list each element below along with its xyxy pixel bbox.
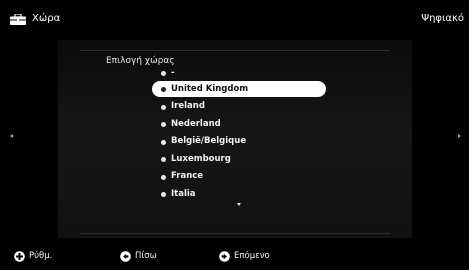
settings-plus-icon <box>14 250 25 262</box>
settings-label: Ρύθμ. <box>29 251 53 261</box>
list-item-label: Italia <box>171 188 196 199</box>
list-item-belgium[interactable]: België/Belgique <box>152 133 326 151</box>
list-item-label: Nederland <box>171 118 221 129</box>
toolbox-icon <box>10 14 26 25</box>
back-arrow-icon <box>120 250 131 262</box>
bullet-icon <box>161 139 166 145</box>
bullet-icon <box>161 71 166 76</box>
back-label: Πίσω <box>135 251 157 261</box>
mode-label: Ψηφιακό <box>421 13 464 24</box>
divider-bottom <box>80 233 390 234</box>
bullet-icon <box>161 174 166 180</box>
country-list[interactable]: - United Kingdom Ireland Nederland Belgi… <box>152 66 326 204</box>
list-item-france[interactable]: France <box>152 168 326 186</box>
list-item-ireland[interactable]: Ireland <box>152 98 326 116</box>
list-item-placeholder[interactable]: - <box>152 66 326 80</box>
bullet-icon <box>161 104 166 110</box>
header-bar: Χώρα Ψηφιακό <box>0 0 469 40</box>
list-item-label: United Kingdom <box>171 84 249 94</box>
list-item-united-kingdom[interactable]: United Kingdom <box>152 81 326 97</box>
bullet-icon <box>161 157 166 163</box>
right-arrow-icon[interactable] <box>458 134 461 138</box>
page-title: Χώρα <box>32 13 61 24</box>
divider-top <box>80 50 390 51</box>
bullet-icon <box>161 122 166 128</box>
footer-bar: Ρύθμ. Πίσω Επόμενο <box>0 248 469 270</box>
list-item-luxembourg[interactable]: Luxembourg <box>152 151 326 169</box>
list-item-label: Luxembourg <box>171 153 231 164</box>
list-item-nederland[interactable]: Nederland <box>152 116 326 134</box>
scroll-down-icon[interactable] <box>237 203 241 206</box>
list-item-label: France <box>171 171 204 182</box>
list-item-label: België/Belgique <box>171 136 247 147</box>
next-arrow-icon <box>219 250 230 262</box>
next-button[interactable]: Επόμενο <box>219 248 270 264</box>
list-item-label: Ireland <box>171 101 205 111</box>
bullet-icon <box>161 192 166 198</box>
bullet-icon <box>161 86 166 92</box>
next-label: Επόμενο <box>234 251 270 261</box>
left-arrow-icon[interactable] <box>10 134 13 138</box>
back-button[interactable]: Πίσω <box>120 248 157 264</box>
settings-button[interactable]: Ρύθμ. <box>14 248 52 264</box>
list-item-label: - <box>171 68 175 78</box>
list-item-italia[interactable]: Italia <box>152 186 326 204</box>
